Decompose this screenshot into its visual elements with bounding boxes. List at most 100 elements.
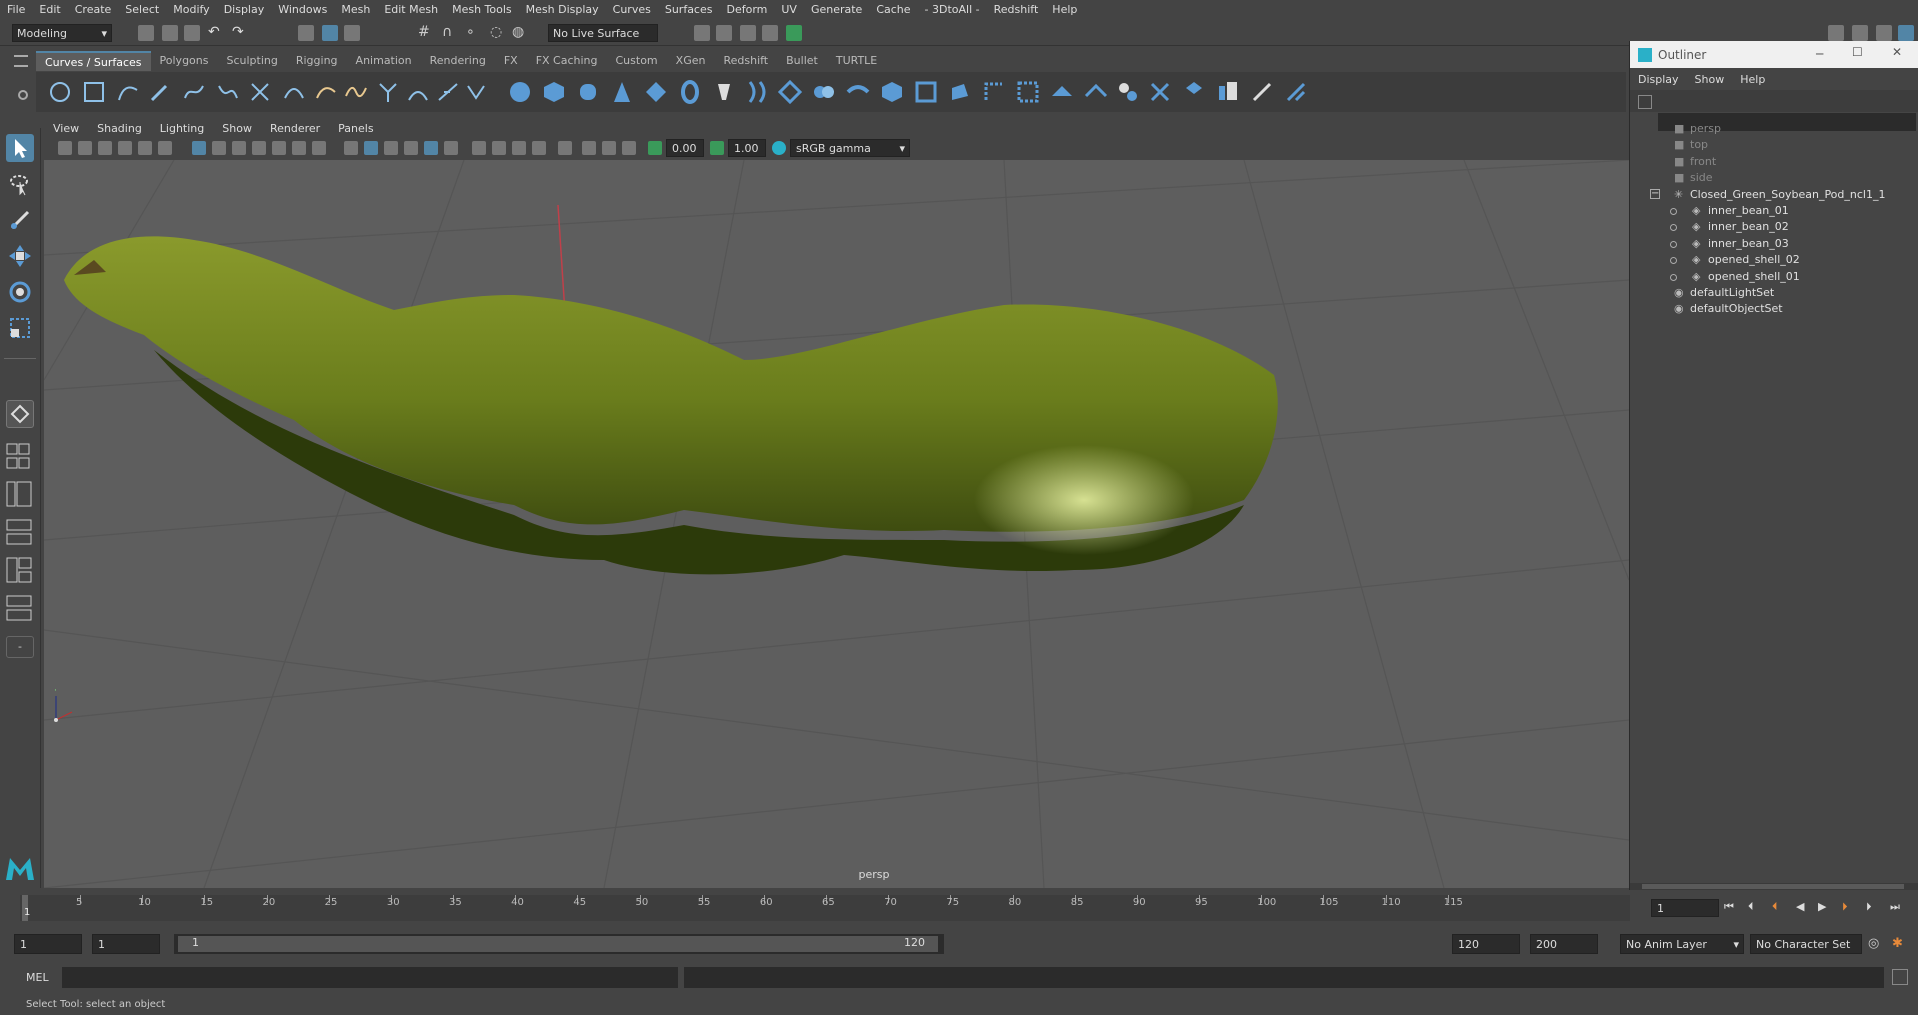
menu-windows[interactable]: Windows [271, 0, 334, 20]
select-component-icon[interactable] [344, 25, 360, 41]
move-tool-icon[interactable] [6, 242, 34, 270]
menu-3dtoall[interactable]: - 3DtoAll - [918, 0, 987, 20]
anti-aliasing-icon[interactable] [512, 141, 526, 155]
motion-blur-icon[interactable] [492, 141, 506, 155]
viewport-menu-renderer[interactable]: Renderer [261, 120, 329, 138]
color-management-icon[interactable] [772, 141, 786, 155]
image-plane-icon[interactable] [118, 141, 132, 155]
gamma-icon[interactable] [710, 141, 724, 155]
extend-curve-icon[interactable] [406, 80, 430, 104]
close-icon[interactable]: ✕ [1892, 45, 1902, 59]
persp-outliner-layout-icon[interactable] [6, 480, 34, 510]
birail-icon[interactable] [846, 80, 870, 104]
time-slider[interactable]: 5 10 15 20 25 30 35 40 45 50 55 60 65 70 75 80 85 90 95 100… [0, 893, 1918, 923]
field-chart-icon[interactable] [272, 141, 286, 155]
cv-curve-icon[interactable] [116, 80, 140, 104]
nurbs-torus-icon[interactable] [678, 80, 702, 104]
planar-icon[interactable] [778, 80, 802, 104]
menu-edit-mesh[interactable]: Edit Mesh [377, 0, 445, 20]
sculpt-geometry-icon[interactable] [1250, 80, 1274, 104]
textured-icon[interactable] [404, 141, 418, 155]
shelf-tab-rigging[interactable]: Rigging [287, 51, 347, 71]
xray-icon[interactable] [582, 141, 596, 155]
command-input[interactable] [62, 967, 678, 988]
shelf-tab-sculpting[interactable]: Sculpting [217, 51, 286, 71]
four-view-layout-icon[interactable] [6, 442, 34, 472]
menu-curves[interactable]: Curves [606, 0, 658, 20]
ep-curve-icon[interactable] [182, 80, 206, 104]
toolbox-expand-icon[interactable]: - [6, 636, 34, 658]
shelf-tab-xgen[interactable]: XGen [667, 51, 715, 71]
depth-of-field-icon[interactable] [532, 141, 546, 155]
select-tool-icon[interactable] [6, 134, 34, 162]
isolate-select-icon[interactable] [558, 141, 572, 155]
menu-file[interactable]: File [0, 0, 32, 20]
step-back-key-icon[interactable]: ⏴ [1772, 900, 1778, 914]
extrude-icon[interactable] [812, 80, 836, 104]
shelf-tab-curves-surfaces[interactable]: Curves / Surfaces [36, 51, 151, 71]
menu-mesh-display[interactable]: Mesh Display [519, 0, 606, 20]
playback-end-field[interactable]: 120 [1452, 934, 1520, 954]
scale-tool-icon[interactable] [6, 314, 34, 342]
single-perspective-layout-icon[interactable] [6, 400, 34, 428]
outliner-menu-display[interactable]: Display [1630, 73, 1687, 86]
open-scene-icon[interactable] [162, 25, 178, 41]
open-close-surface-icon[interactable] [1148, 80, 1172, 104]
camera-attributes-icon[interactable] [78, 141, 92, 155]
safe-title-icon[interactable] [312, 141, 326, 155]
menu-mesh[interactable]: Mesh [334, 0, 377, 20]
outliner-item[interactable]: ◉ defaultObjectSet [1630, 299, 1918, 319]
square-surface-icon[interactable] [914, 80, 938, 104]
render-frame-icon[interactable] [716, 25, 732, 41]
grease-pencil-icon[interactable] [158, 141, 172, 155]
menu-create[interactable]: Create [68, 0, 119, 20]
offset-curve-icon[interactable] [314, 80, 338, 104]
redo-icon[interactable]: ↷ [232, 24, 244, 40]
panel-layout-icon[interactable] [1852, 25, 1868, 41]
range-slider-handle[interactable] [178, 936, 938, 952]
attach-surface-icon[interactable] [1050, 80, 1074, 104]
snap-surface-icon[interactable]: ◍ [512, 24, 524, 40]
gamma-field[interactable]: 1.00 [728, 139, 766, 157]
menu-uv[interactable]: UV [774, 0, 804, 20]
xray-components-icon[interactable] [622, 141, 636, 155]
menu-surfaces[interactable]: Surfaces [658, 0, 720, 20]
untrim-icon[interactable] [1016, 80, 1040, 104]
menu-mesh-tools[interactable]: Mesh Tools [445, 0, 519, 20]
shelf-tab-bullet[interactable]: Bullet [777, 51, 827, 71]
hypershade-icon[interactable] [786, 25, 802, 41]
command-language-label[interactable]: MEL [26, 971, 49, 984]
select-object-icon[interactable] [322, 25, 338, 41]
paint-select-tool-icon[interactable] [6, 206, 34, 234]
workspace-layout-icon[interactable] [1828, 25, 1844, 41]
menu-cache[interactable]: Cache [869, 0, 917, 20]
animation-end-field[interactable]: 200 [1530, 934, 1598, 954]
playback-start-field[interactable]: 1 [14, 934, 82, 954]
animation-preferences-icon[interactable]: ✱ [1892, 936, 1903, 951]
insert-isoparm-icon[interactable] [1182, 80, 1206, 104]
live-surface-field[interactable]: No Live Surface [548, 24, 658, 42]
wireframe-on-shaded-icon[interactable] [384, 141, 398, 155]
undo-icon[interactable]: ↶ [208, 24, 220, 40]
range-slider[interactable]: 1 120 [174, 934, 944, 954]
nurbs-sphere-icon[interactable] [508, 80, 532, 104]
shelf-tab-fx-caching[interactable]: FX Caching [527, 51, 607, 71]
bookmark-icon[interactable] [98, 141, 112, 155]
snap-grid-icon[interactable]: # [418, 24, 430, 40]
nurbs-cone-icon[interactable] [610, 80, 634, 104]
attribute-editor-icon[interactable] [1898, 25, 1914, 41]
collapse-toggle-icon[interactable]: − [1650, 188, 1660, 199]
fillet-curve-icon[interactable] [376, 80, 400, 104]
nurbs-cube-icon[interactable] [542, 80, 566, 104]
2d-pan-zoom-icon[interactable] [138, 141, 152, 155]
viewport-menu-view[interactable]: View [44, 120, 88, 138]
attach-curve-icon[interactable] [282, 80, 306, 104]
auto-key-icon[interactable]: ◎ [1868, 936, 1879, 951]
viewport-menu-panels[interactable]: Panels [329, 120, 382, 138]
shelf-menu-icon[interactable] [14, 55, 28, 67]
nurbs-square-icon[interactable] [82, 80, 106, 104]
filter-icon[interactable] [1638, 95, 1652, 109]
surface-editing-icon[interactable] [1284, 80, 1308, 104]
viewport-menu-show[interactable]: Show [213, 120, 261, 138]
wireframe-icon[interactable] [344, 141, 358, 155]
